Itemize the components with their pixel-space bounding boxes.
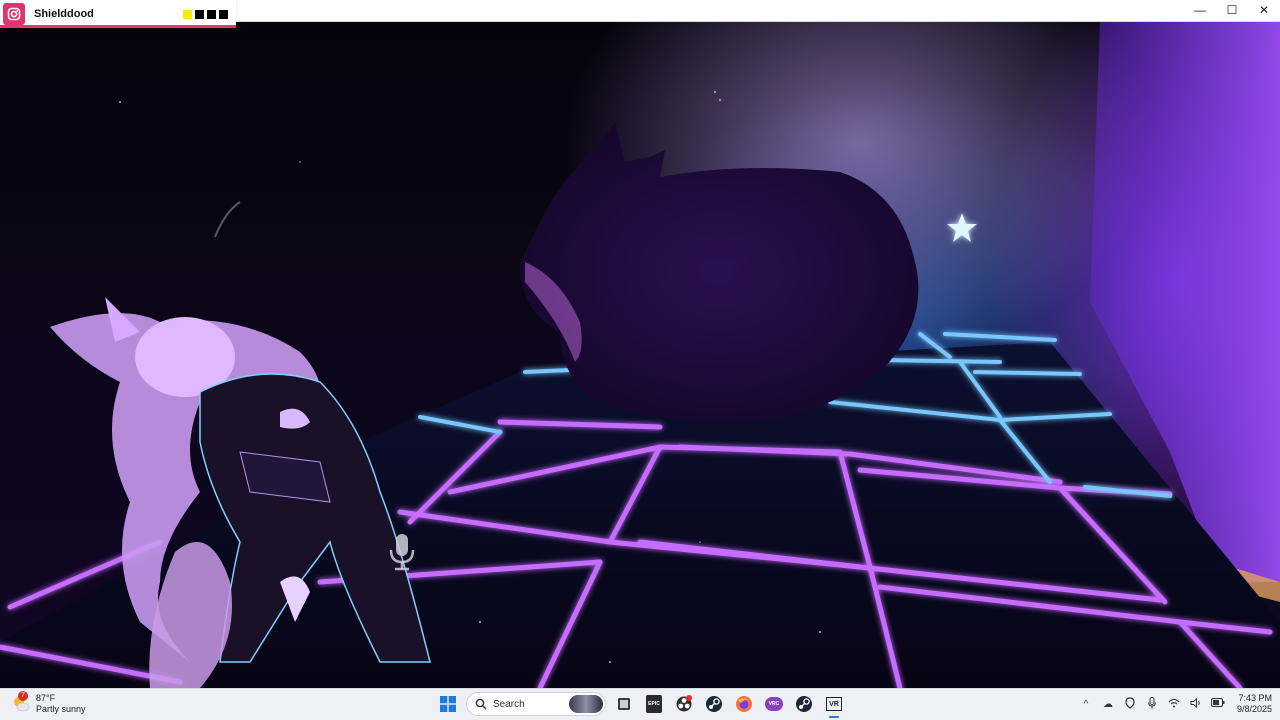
minimize-button[interactable]: —	[1184, 0, 1216, 20]
star-icon	[944, 210, 980, 251]
close-button[interactable]: ✕	[1248, 0, 1280, 20]
system-tray: ^ ☁ 7:43 PM 9/8/2025	[1079, 693, 1272, 715]
obs-icon[interactable]	[672, 692, 696, 716]
vr-icon[interactable]: VR	[822, 692, 846, 718]
steam-icon[interactable]	[792, 692, 816, 716]
app-title: Shielddood	[34, 8, 94, 20]
taskbar-apps: Search EPIC VRC VR	[436, 692, 846, 718]
system-clock[interactable]: 7:43 PM 9/8/2025	[1237, 693, 1272, 715]
chevron-up-icon[interactable]: ^	[1079, 699, 1093, 710]
taskbar: 7 87°F Partly sunny Search EPIC VRC VR ^…	[0, 688, 1280, 720]
indicator-squares	[183, 10, 228, 19]
weather-widget[interactable]: 7 87°F Partly sunny	[12, 691, 86, 715]
indicator-square	[183, 10, 192, 19]
vrc-label: VRC	[765, 697, 783, 711]
instagram-icon	[3, 3, 25, 25]
clock-time: 7:43 PM	[1238, 693, 1272, 703]
firefox-icon[interactable]	[732, 692, 756, 716]
weather-desc: Partly sunny	[36, 704, 86, 714]
vr-label: VR	[826, 697, 842, 711]
app-tab[interactable]: Shielddood	[0, 0, 236, 28]
search-icon	[475, 698, 487, 710]
clock-date: 9/8/2025	[1236, 704, 1272, 714]
microphone-tray-icon[interactable]	[1145, 696, 1159, 712]
indicator-square	[207, 10, 216, 19]
game-viewport[interactable]	[0, 22, 1280, 688]
taskbar-search[interactable]: Search	[466, 692, 606, 716]
vrchat-icon[interactable]: VRC	[762, 692, 786, 716]
window-controls: — ☐ ✕	[1184, 0, 1280, 20]
active-indicator	[829, 716, 839, 718]
wifi-icon[interactable]	[1167, 698, 1181, 711]
epic-games-icon[interactable]: EPIC	[642, 692, 666, 716]
epic-label: EPIC	[646, 695, 662, 713]
maximize-button[interactable]: ☐	[1216, 0, 1248, 20]
scene-drawing	[0, 22, 1280, 688]
file-manager-icon[interactable]	[612, 692, 636, 716]
speaker-icon[interactable]	[1189, 697, 1203, 711]
steam-icon[interactable]	[702, 692, 726, 716]
partly-sunny-icon: 7	[12, 691, 30, 713]
start-icon[interactable]	[436, 692, 460, 716]
weather-temp: 87°F	[36, 693, 56, 703]
indicator-square	[195, 10, 204, 19]
battery-icon[interactable]	[1210, 698, 1225, 710]
indicator-square	[219, 10, 228, 19]
giant-cat	[520, 122, 919, 422]
search-label: Search	[493, 698, 525, 710]
location-icon[interactable]	[1123, 696, 1137, 712]
search-highlight-image	[569, 695, 603, 713]
weather-badge: 7	[18, 691, 28, 701]
cloud-icon[interactable]: ☁	[1101, 699, 1115, 710]
microphone-icon	[388, 532, 416, 577]
